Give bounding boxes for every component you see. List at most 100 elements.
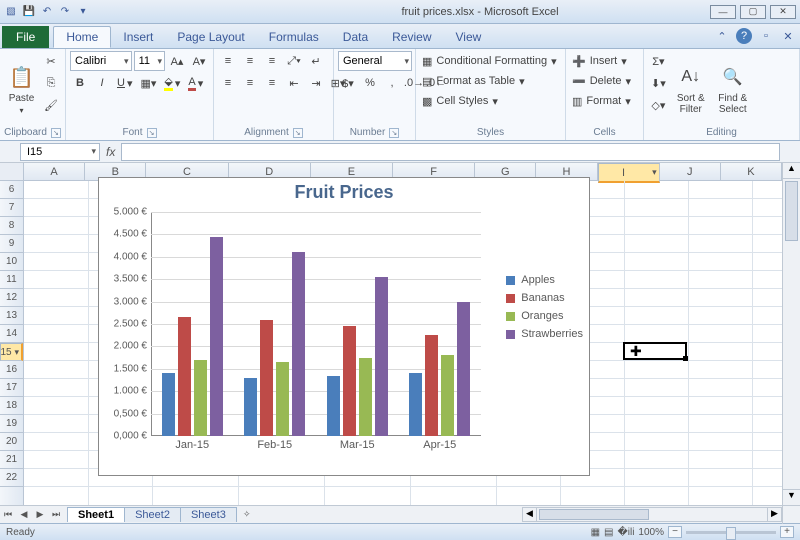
tab-page-layout[interactable]: Page Layout: [165, 26, 256, 48]
undo-icon[interactable]: ↶: [40, 5, 54, 19]
workbook-restore-icon[interactable]: ▫: [758, 28, 774, 44]
align-right-button[interactable]: ≡: [262, 73, 282, 93]
workbook-close-icon[interactable]: ✕: [780, 28, 796, 44]
insert-cells-button[interactable]: ➕Insert ▾: [570, 51, 639, 71]
row-header[interactable]: 20: [0, 433, 23, 451]
tab-view[interactable]: View: [444, 26, 494, 48]
ribbon-minimize-icon[interactable]: ⌃: [714, 28, 730, 44]
view-pagebreak-icon[interactable]: �ili: [618, 527, 635, 538]
align-bottom-button[interactable]: ≡: [262, 51, 282, 71]
row-header[interactable]: 7: [0, 199, 23, 217]
maximize-button[interactable]: ▢: [740, 5, 766, 19]
new-sheet-button[interactable]: ✧: [239, 507, 255, 523]
embedded-chart[interactable]: Fruit Prices 0,000 €0,500 €1.000 €1.500 …: [98, 177, 590, 476]
paste-button[interactable]: 📋 Paste ▾: [4, 51, 39, 127]
dialog-launcher-icon[interactable]: ↘: [51, 128, 61, 138]
accounting-format-button[interactable]: $▾: [338, 73, 358, 93]
orientation-button[interactable]: ⤢▾: [284, 51, 304, 71]
row-header[interactable]: 12: [0, 289, 23, 307]
delete-cells-button[interactable]: ➖Delete ▾: [570, 71, 639, 91]
row-header[interactable]: 18: [0, 397, 23, 415]
name-box[interactable]: I15: [20, 143, 100, 161]
column-header[interactable]: I: [598, 163, 660, 183]
row-header[interactable]: 6: [0, 181, 23, 199]
format-cells-button[interactable]: ▥Format ▾: [570, 91, 639, 111]
zoom-in-button[interactable]: +: [780, 526, 794, 538]
minimize-button[interactable]: —: [710, 5, 736, 19]
row-header[interactable]: 9: [0, 235, 23, 253]
align-center-button[interactable]: ≡: [240, 73, 260, 93]
active-cell[interactable]: [623, 342, 687, 360]
shrink-font-button[interactable]: A▾: [189, 51, 209, 71]
row-header[interactable]: 10: [0, 253, 23, 271]
copy-button[interactable]: ⎘: [41, 73, 61, 93]
row-header[interactable]: 15: [0, 343, 23, 361]
sort-filter-button[interactable]: A↓ Sort & Filter: [671, 51, 711, 127]
row-header[interactable]: 22: [0, 469, 23, 487]
border-button[interactable]: ▦▾: [137, 73, 159, 93]
file-tab[interactable]: File: [2, 26, 49, 48]
select-all-corner[interactable]: [0, 163, 24, 181]
font-size-select[interactable]: 11: [134, 51, 165, 71]
column-header[interactable]: A: [24, 163, 85, 180]
column-header[interactable]: K: [721, 163, 782, 180]
dialog-launcher-icon[interactable]: ↘: [389, 128, 399, 138]
help-icon[interactable]: ?: [736, 28, 752, 44]
grow-font-button[interactable]: A▴: [167, 51, 187, 71]
row-header[interactable]: 17: [0, 379, 23, 397]
tab-data[interactable]: Data: [331, 26, 380, 48]
decrease-indent-button[interactable]: ⇤: [284, 73, 304, 93]
view-normal-icon[interactable]: ▦: [591, 527, 600, 538]
zoom-out-button[interactable]: −: [668, 526, 682, 538]
zoom-level[interactable]: 100%: [638, 527, 664, 538]
increase-indent-button[interactable]: ⇥: [306, 73, 326, 93]
cut-button[interactable]: ✂: [41, 51, 61, 71]
view-layout-icon[interactable]: ▤: [604, 527, 613, 538]
align-top-button[interactable]: ≡: [218, 51, 238, 71]
tab-nav-prev[interactable]: ◀: [16, 507, 32, 523]
percent-format-button[interactable]: %: [360, 73, 380, 93]
sheet-tab[interactable]: Sheet1: [67, 507, 125, 522]
align-middle-button[interactable]: ≡: [240, 51, 260, 71]
dialog-launcher-icon[interactable]: ↘: [147, 128, 157, 138]
italic-button[interactable]: I: [92, 73, 112, 93]
tab-formulas[interactable]: Formulas: [257, 26, 331, 48]
redo-icon[interactable]: ↷: [58, 5, 72, 19]
horizontal-scrollbar[interactable]: ◀ ▶: [522, 507, 782, 522]
row-header[interactable]: 11: [0, 271, 23, 289]
dialog-launcher-icon[interactable]: ↘: [293, 128, 303, 138]
row-header[interactable]: 19: [0, 415, 23, 433]
save-icon[interactable]: 💾: [22, 5, 36, 19]
fx-icon[interactable]: fx: [106, 145, 115, 159]
font-name-select[interactable]: Calibri: [70, 51, 132, 71]
row-header[interactable]: 21: [0, 451, 23, 469]
vertical-scrollbar[interactable]: ▲ ▼: [782, 163, 800, 505]
row-header[interactable]: 16: [0, 361, 23, 379]
tab-nav-last[interactable]: ⏭: [48, 507, 64, 523]
sheet-tab[interactable]: Sheet2: [124, 507, 181, 522]
format-as-table-button[interactable]: ▤Format as Table ▾: [420, 71, 561, 91]
tab-insert[interactable]: Insert: [111, 26, 165, 48]
cell-styles-button[interactable]: ▩Cell Styles ▾: [420, 91, 561, 111]
tab-nav-next[interactable]: ▶: [32, 507, 48, 523]
fill-button[interactable]: ⬇▾: [648, 73, 669, 93]
underline-button[interactable]: U▾: [114, 73, 135, 93]
comma-format-button[interactable]: ,: [382, 73, 402, 93]
find-select-button[interactable]: 🔍 Find & Select: [713, 51, 753, 127]
wrap-text-button[interactable]: ↵: [306, 51, 326, 71]
fill-color-button[interactable]: ⬙▾: [161, 73, 183, 93]
align-left-button[interactable]: ≡: [218, 73, 238, 93]
number-format-select[interactable]: General: [338, 51, 412, 71]
formula-bar[interactable]: [121, 143, 780, 161]
column-header[interactable]: J: [660, 163, 721, 180]
zoom-slider[interactable]: [686, 531, 776, 534]
row-header[interactable]: 8: [0, 217, 23, 235]
autosum-button[interactable]: Σ▾: [648, 51, 669, 71]
conditional-formatting-button[interactable]: ▦Conditional Formatting ▾: [420, 51, 561, 71]
tab-home[interactable]: Home: [53, 26, 111, 48]
clear-button[interactable]: ◇▾: [648, 95, 669, 115]
format-painter-button[interactable]: 🖌: [41, 95, 61, 115]
font-color-button[interactable]: A▾: [185, 73, 206, 93]
bold-button[interactable]: B: [70, 73, 90, 93]
row-header[interactable]: 13: [0, 307, 23, 325]
